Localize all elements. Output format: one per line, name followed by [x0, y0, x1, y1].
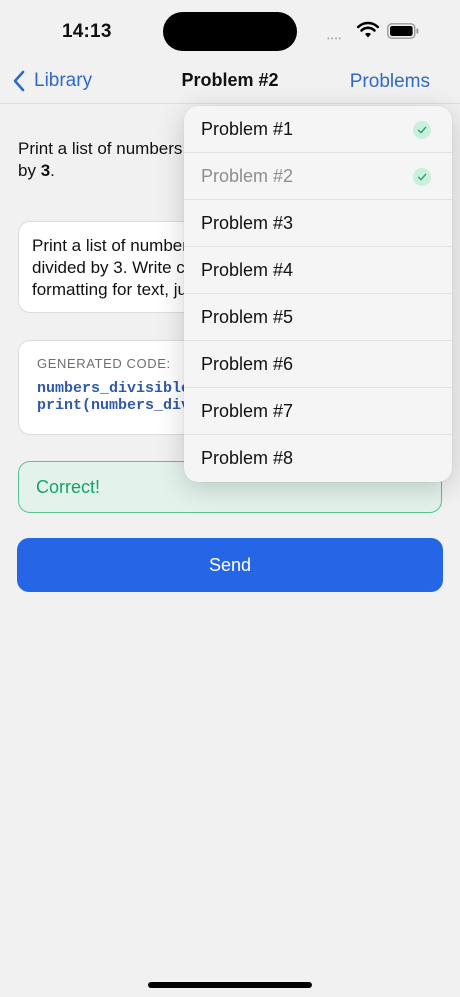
status-time: 14:13 [62, 21, 112, 42]
dynamic-island [163, 12, 297, 51]
menu-item-label: Problem #7 [201, 401, 294, 421]
wifi-icon [357, 21, 379, 38]
menu-item-label: Problem #3 [201, 213, 294, 233]
home-indicator[interactable] [148, 982, 312, 988]
description-bold: 3 [40, 161, 51, 180]
menu-item-problem-5[interactable]: Problem #5 [184, 294, 452, 341]
menu-item-label: Problem #4 [201, 260, 294, 280]
menu-item-problem-6[interactable]: Problem #6 [184, 341, 452, 388]
navigation-bar: Library Problem #2 Problems [0, 58, 460, 104]
menu-item-label: Problem #5 [201, 307, 294, 327]
screen: 14:13 •••• Library Problem #2 Problems P… [0, 0, 460, 997]
menu-item-problem-4[interactable]: Problem #4 [184, 247, 452, 294]
checkmark-icon [413, 168, 431, 186]
description-end: . [50, 161, 55, 180]
problems-dropdown-menu: Problem #1 Problem #2 Problem #3 Problem… [184, 106, 452, 482]
menu-item-label: Problem #8 [201, 448, 294, 468]
nav-divider [0, 103, 460, 104]
menu-item-problem-1[interactable]: Problem #1 [184, 106, 452, 153]
status-bar: 14:13 •••• [0, 0, 460, 58]
menu-item-label: Problem #1 [201, 119, 294, 139]
send-button[interactable]: Send [17, 538, 443, 592]
menu-item-problem-7[interactable]: Problem #7 [184, 388, 452, 435]
menu-item-problem-3[interactable]: Problem #3 [184, 200, 452, 247]
problems-menu-button[interactable]: Problems [350, 71, 430, 93]
checkmark-icon [413, 121, 431, 139]
battery-icon [387, 23, 419, 39]
menu-item-label: Problem #6 [201, 354, 294, 374]
signal-dots: •••• [327, 34, 343, 43]
menu-item-label: Problem #2 [201, 166, 294, 186]
menu-item-problem-8[interactable]: Problem #8 [184, 435, 452, 482]
menu-item-problem-2[interactable]: Problem #2 [184, 153, 452, 200]
